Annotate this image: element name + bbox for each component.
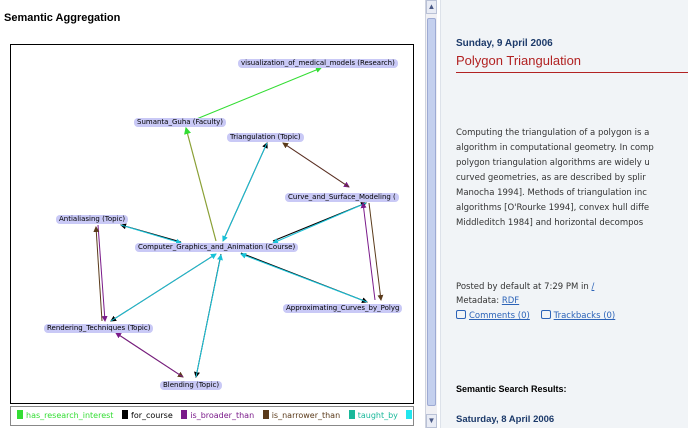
edge-anti-cga <box>120 224 182 245</box>
graph-edges <box>93 67 384 378</box>
graph-legend: has_research_interest for_course is_broa… <box>10 406 414 426</box>
legend-swatch <box>348 410 355 419</box>
title-divider <box>456 72 688 73</box>
legend-swatch <box>17 410 23 419</box>
scroll-down-button[interactable]: ▼ <box>426 414 437 428</box>
app-window: Semantic Aggregation visualization_of_me… <box>0 0 688 428</box>
graph-node[interactable]: Approximating_Curves_by_Polyg <box>283 304 403 313</box>
body-line: curved geometries, as are described by s… <box>456 173 646 183</box>
graph-node[interactable]: Rendering_Techniques (Topic) <box>44 324 154 333</box>
metadata-line: Metadata: RDF <box>456 296 520 306</box>
graph-node[interactable]: Blending (Topic) <box>160 381 223 390</box>
category-link[interactable]: / <box>592 282 595 292</box>
post-title[interactable]: Polygon Triangulation <box>456 53 581 68</box>
legend-item <box>406 410 413 420</box>
vertical-scrollbar[interactable]: ▲ ▼ <box>425 0 437 428</box>
legend-item: for_course <box>122 410 173 420</box>
edge-blend-cga <box>195 254 223 378</box>
comments-link[interactable]: Comments (0) <box>469 311 530 321</box>
legend-swatch <box>262 410 269 419</box>
legend-item: has_research_interest <box>17 410 113 420</box>
edge-csm-cga <box>272 202 367 244</box>
graph-node[interactable]: Computer_Graphics_and_Animation (Course) <box>135 243 299 252</box>
edge-acp-csm <box>360 202 376 301</box>
trackback-icon <box>540 310 551 319</box>
body-line: algorithms [O'Rourke 1994], convex hull … <box>456 203 650 213</box>
edge-csm-acp <box>368 202 384 301</box>
post-body: Computing the triangulation of a polygon… <box>456 126 688 231</box>
edge-rt-cga <box>110 253 217 322</box>
body-line: Computing the triangulation of a polygon… <box>456 128 650 138</box>
body-line: polygon triangulation algorithms are wid… <box>456 158 650 168</box>
graph-node[interactable]: visualization_of_medical_models (Researc… <box>238 59 398 68</box>
graph-canvas[interactable]: visualization_of_medical_models (Researc… <box>10 44 414 404</box>
post-actions: Comments (0) Trackbacks (0) <box>456 310 615 321</box>
graph-node[interactable]: Sumanta_Guha (Faculty) <box>134 118 227 127</box>
legend-swatch <box>122 410 128 419</box>
post-meta: Posted by default at 7:29 PM in / Metada… <box>456 280 594 308</box>
comment-icon <box>456 310 466 319</box>
panel-title: Semantic Aggregation <box>4 12 121 24</box>
blog-panel: Sunday, 9 April 2006 Polygon Triangulati… <box>440 0 688 428</box>
legend-item: is_broader_than <box>181 410 254 420</box>
body-line: Manocha 1994]. Methods of triangulation … <box>456 188 647 198</box>
rdf-link[interactable]: RDF <box>502 296 519 306</box>
edge-blend-rt <box>115 332 184 378</box>
semantic-search-heading: Semantic Search Results: <box>456 384 567 394</box>
legend-swatch <box>181 410 188 419</box>
next-post-date: Saturday, 8 April 2006 <box>456 414 555 425</box>
edge-cga-guha <box>184 126 217 242</box>
legend-swatch <box>406 410 413 419</box>
body-line: algorithm in computational geometry. In … <box>456 143 654 153</box>
trackbacks-link[interactable]: Trackbacks (0) <box>554 311 616 321</box>
graph-node[interactable]: Triangulation (Topic) <box>227 133 304 142</box>
edge-guha-vis <box>193 67 322 121</box>
body-line: Middleditch 1984] and horizontal decompo… <box>456 218 644 228</box>
graph-node[interactable]: Antialiasing (Topic) <box>56 215 129 224</box>
graph-node[interactable]: Curve_and_Surface_Modeling ( <box>285 193 399 202</box>
edge-tri-cga <box>222 142 268 242</box>
edge-csm-tri <box>282 142 350 188</box>
legend-item: taught_by <box>348 410 398 420</box>
legend-item: is_narrower_than <box>262 410 340 420</box>
posted-line: Posted by default at 7:29 PM in / <box>456 282 595 292</box>
semantic-aggregation-panel: Semantic Aggregation visualization_of_me… <box>0 0 425 428</box>
scroll-thumb[interactable] <box>427 18 436 406</box>
post-date: Sunday, 9 April 2006 <box>456 38 553 49</box>
edge-acp-cga <box>240 252 368 303</box>
scroll-up-button[interactable]: ▲ <box>426 0 437 14</box>
